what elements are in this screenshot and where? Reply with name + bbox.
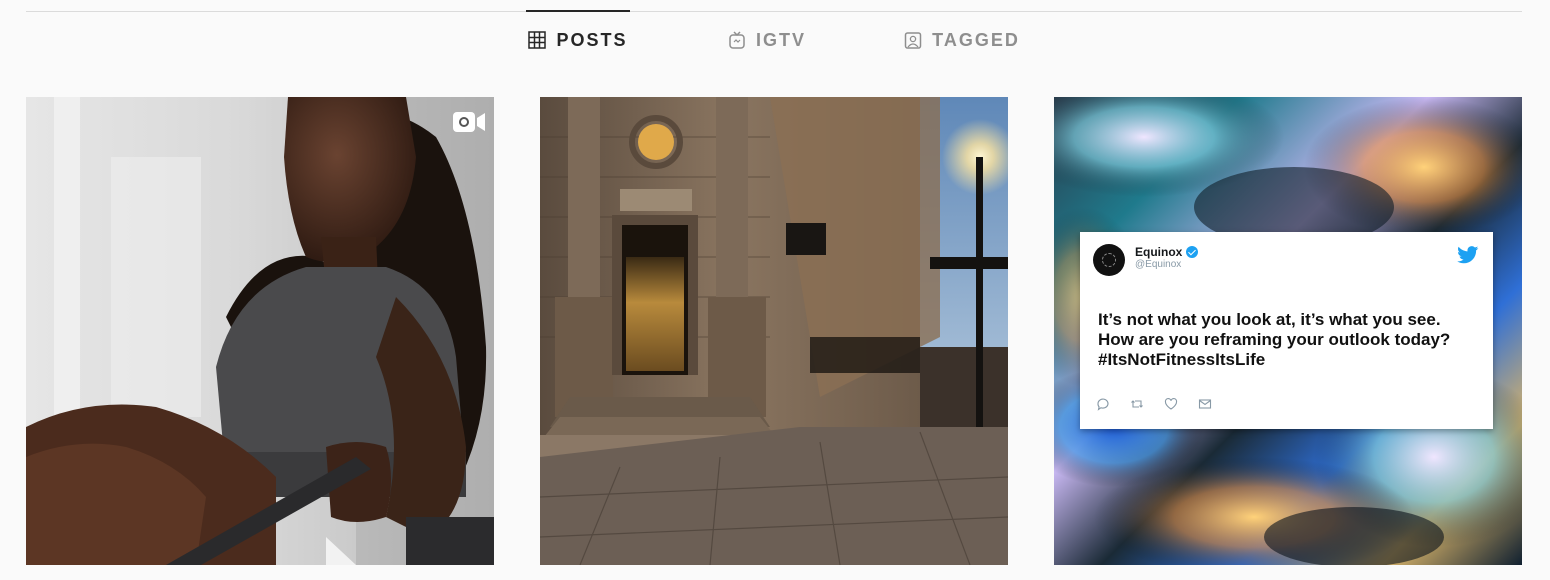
tweet-card: Equinox @Equinox It’s not what you look …: [1080, 232, 1493, 429]
like-icon: [1164, 397, 1178, 410]
tweet-text: It’s not what you look at, it’s what you…: [1098, 310, 1451, 369]
tagged-icon: [904, 32, 922, 49]
message-icon: [1198, 399, 1212, 409]
grid-icon: [528, 31, 547, 49]
video-camera-icon: [453, 112, 485, 132]
post-image-athlete: [26, 97, 494, 565]
post-tile-video[interactable]: [26, 97, 494, 565]
tab-igtv[interactable]: IGTV: [726, 11, 808, 69]
tweet-actions: [1096, 397, 1212, 411]
tab-igtv-label: IGTV: [755, 29, 806, 50]
igtv-icon: [729, 31, 745, 49]
tab-tagged[interactable]: TAGGED: [902, 11, 1022, 69]
post-tile-photo[interactable]: [540, 97, 1008, 565]
reply-icon: [1097, 398, 1109, 411]
tab-posts[interactable]: POSTS: [526, 10, 630, 69]
tab-tagged-label: TAGGED: [932, 29, 1020, 50]
tweet-name: Equinox: [1135, 245, 1183, 259]
twitter-bird-icon: [1457, 246, 1479, 264]
tab-posts-label: POSTS: [556, 29, 628, 50]
tweet-account-name: Equinox: [1135, 245, 1199, 259]
tweet-handle: @Equinox: [1135, 259, 1182, 270]
verified-badge-icon: [1186, 246, 1199, 258]
post-tile-photo[interactable]: Equinox @Equinox It’s not what you look …: [1054, 97, 1522, 565]
post-image-building: [540, 97, 1008, 565]
avatar: [1093, 244, 1125, 276]
retweet-icon: [1131, 400, 1143, 408]
